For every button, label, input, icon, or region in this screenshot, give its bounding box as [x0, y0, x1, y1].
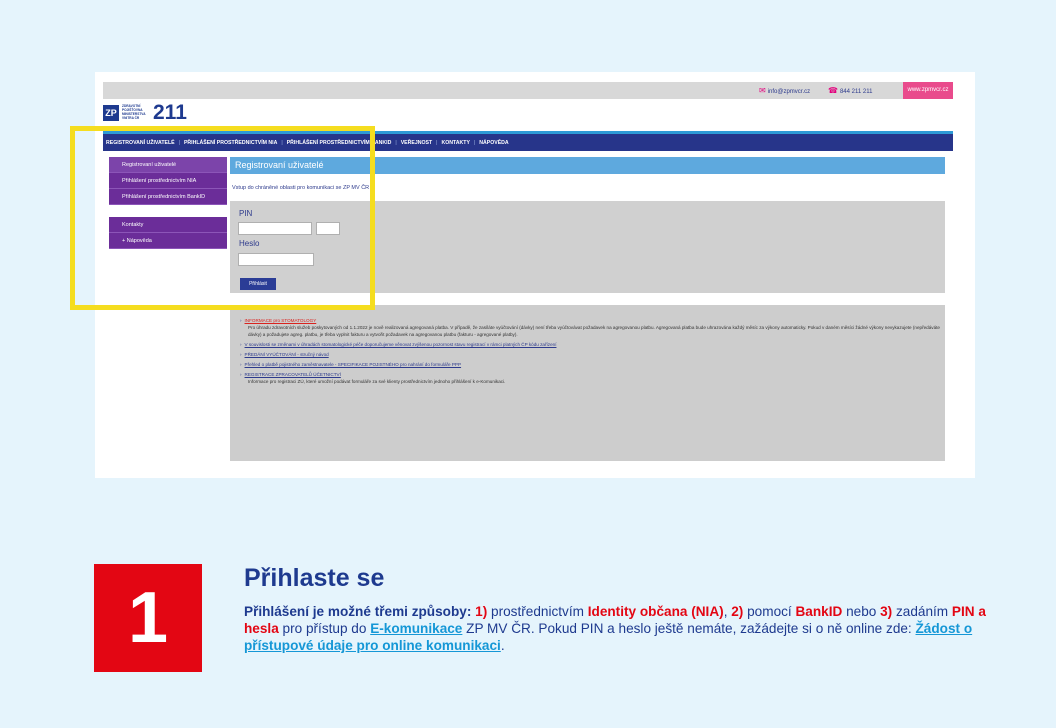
arrow-icon: ›	[240, 342, 242, 347]
info-link[interactable]: REGISTRACE ZPRACOVATELŮ ÚČETNICTVÍ	[245, 372, 341, 377]
mail-icon: ✉	[759, 86, 766, 95]
logo-number: 211	[153, 101, 187, 124]
step-description: Přihlášení je možné třemi způsoby: 1) pr…	[244, 604, 986, 653]
info-link[interactable]: INFORMACE pro STOMATOLOGY	[245, 318, 317, 323]
web-link[interactable]: www.zpmvcr.cz	[903, 82, 953, 99]
arrow-icon: ›	[240, 318, 242, 323]
top-contact-bar: ✉ info@zpmvcr.cz ☎ 844 211 211 www.zpmvcr.…	[103, 82, 953, 99]
list-item: › V souvislosti se změnami v úhradách sto…	[240, 341, 945, 348]
nav-item-public[interactable]: VEŘEJNOST	[401, 140, 432, 146]
list-item: › INFORMACE pro STOMATOLOGY Pro úhradu zd…	[240, 317, 945, 338]
nav-item-contacts[interactable]: KONTAKTY	[441, 140, 469, 146]
logo-mark: ZP	[103, 105, 119, 121]
nav-item-help[interactable]: NÁPOVĚDA	[479, 140, 508, 146]
e-komunikace-link[interactable]: E-komunikace	[370, 621, 462, 636]
info-body: Pro úhradu zdravotních služeb poskytovan…	[248, 325, 940, 337]
highlight-frame	[70, 126, 375, 310]
list-item: › REGISTRACE ZPRACOVATELŮ ÚČETNICTVÍ Info…	[240, 371, 945, 385]
list-item: › PŘEDÁNÍ VYÚČTOVÁNÍ - stručný návod	[240, 351, 945, 358]
step-heading: Přihlaste se	[244, 564, 385, 592]
info-link[interactable]: Přehled o platbě pojistného zaměstnavate…	[245, 362, 462, 367]
phone-link[interactable]: ☎ 844 211 211	[828, 86, 872, 95]
arrow-icon: ›	[240, 362, 242, 367]
info-body: Informace pro registraci ZÚ, které umožn…	[248, 379, 506, 384]
step-number-badge: 1	[94, 564, 202, 672]
list-item: › Přehled o platbě pojistného zaměstnavat…	[240, 361, 945, 368]
info-panel: › INFORMACE pro STOMATOLOGY Pro úhradu zd…	[230, 305, 945, 461]
info-link[interactable]: PŘEDÁNÍ VYÚČTOVÁNÍ - stručný návod	[245, 352, 329, 357]
email-link[interactable]: ✉ info@zpmvcr.cz	[759, 86, 810, 95]
arrow-icon: ›	[240, 372, 242, 377]
arrow-icon: ›	[240, 352, 242, 357]
logo-text: ZDRAVOTNÍ POJIŠŤOVNA MINISTERSTVA VNITRA…	[122, 104, 146, 120]
phone-icon: ☎	[828, 86, 838, 95]
info-link[interactable]: V souvislosti se změnami v úhradách stom…	[245, 342, 557, 347]
